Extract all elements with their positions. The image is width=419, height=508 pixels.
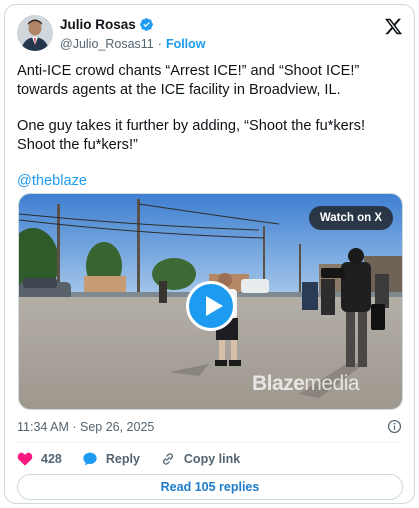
- avatar[interactable]: [17, 15, 53, 51]
- video-media[interactable]: Watch on X Blazemedia: [18, 193, 403, 410]
- author-names: Julio Rosas @Julio_Rosas11 · Follow: [60, 16, 206, 52]
- x-logo-icon[interactable]: [384, 17, 403, 36]
- tweet-paragraph: Anti-ICE crowd chants “Arrest ICE!” and …: [17, 63, 360, 98]
- heart-icon: [17, 452, 33, 466]
- media-watermark: Blazemedia: [252, 372, 360, 396]
- tweet-timestamp[interactable]: 11:34 AM · Sep 26, 2025: [17, 420, 154, 434]
- watermark-brand: Blaze: [252, 372, 305, 395]
- reply-button[interactable]: Reply: [82, 451, 140, 467]
- tweet-text: Anti-ICE crowd chants “Arrest ICE!” and …: [17, 62, 407, 191]
- follow-button[interactable]: Follow: [166, 37, 206, 51]
- action-bar: 428 Reply Copy link: [17, 449, 260, 469]
- copy-link-button[interactable]: Copy link: [160, 451, 240, 467]
- tweet-header: Julio Rosas @Julio_Rosas11 · Follow: [17, 13, 405, 55]
- watch-on-x-button[interactable]: Watch on X: [308, 206, 393, 230]
- author-display-name[interactable]: Julio Rosas: [60, 17, 136, 32]
- play-icon: [206, 296, 223, 316]
- like-count: 428: [41, 452, 62, 466]
- reply-label: Reply: [105, 452, 140, 466]
- tweet-paragraph: One guy takes it further by adding, “Sho…: [17, 118, 366, 153]
- separator-dot: ·: [157, 37, 162, 51]
- play-button[interactable]: [186, 281, 236, 331]
- like-button[interactable]: 428: [17, 451, 62, 467]
- read-replies-button[interactable]: Read 105 replies: [17, 474, 403, 500]
- watermark-suffix: media: [304, 372, 360, 395]
- link-icon: [162, 453, 173, 465]
- author-handle[interactable]: @Julio_Rosas11: [60, 37, 154, 51]
- info-icon[interactable]: [387, 419, 402, 434]
- verified-badge-icon: [139, 17, 153, 31]
- copy-link-label: Copy link: [183, 452, 241, 466]
- tweet-card: Julio Rosas @Julio_Rosas11 · Follow Anti…: [4, 4, 415, 504]
- mention-link[interactable]: @theblaze: [17, 173, 87, 189]
- speech-bubble-icon: [83, 452, 97, 466]
- divider: [17, 442, 402, 443]
